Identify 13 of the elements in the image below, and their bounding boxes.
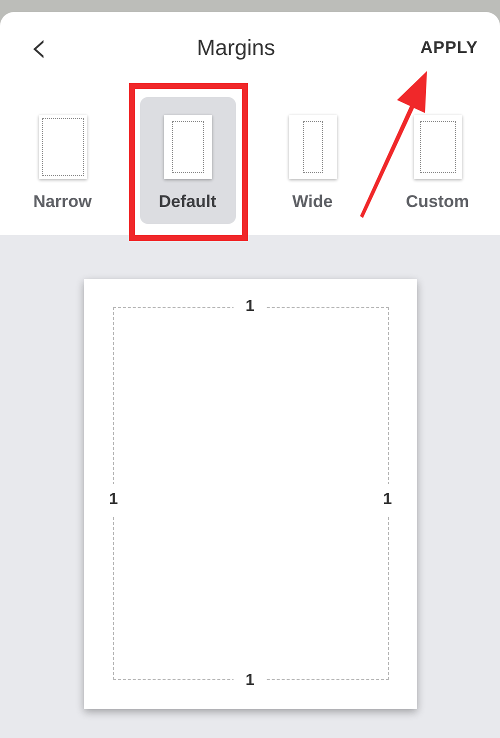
margin-option[interactable]: Wide <box>264 97 360 224</box>
apply-button[interactable]: APPLY <box>420 38 478 58</box>
page-thumbnail-icon <box>164 115 212 179</box>
page-thumbnail-icon <box>288 115 336 179</box>
back-button[interactable]: ‹ <box>26 28 52 68</box>
page-thumbnail-icon <box>414 115 462 179</box>
window-title: Margins <box>196 35 276 61</box>
margin-option[interactable]: Default <box>140 97 236 224</box>
margin-value: 1 <box>381 484 394 516</box>
margin-value: 1 <box>107 484 120 516</box>
margin-option[interactable]: Custom <box>390 97 486 224</box>
margin-option[interactable]: Narrow <box>14 97 110 224</box>
page-thumbnail-icon <box>38 115 86 179</box>
